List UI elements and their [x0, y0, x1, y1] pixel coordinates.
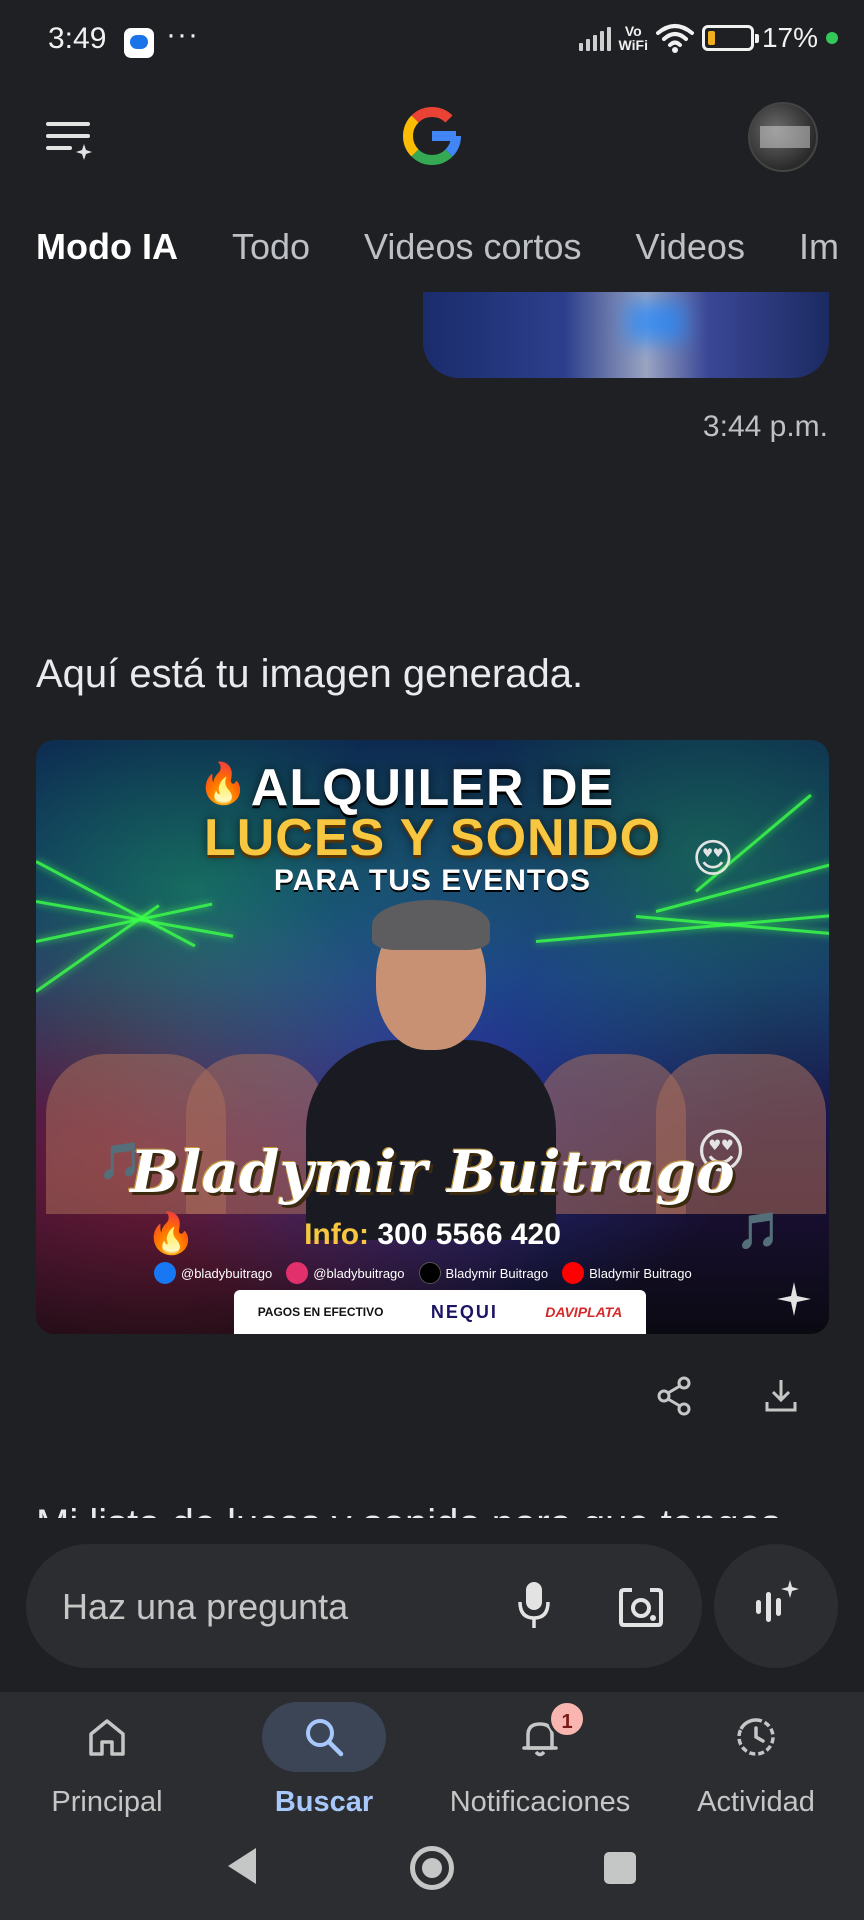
social-youtube: Bladymir Buitrago — [562, 1262, 692, 1284]
system-recents-button[interactable] — [604, 1852, 636, 1884]
heart-eyes-emoji-icon: 😍 — [692, 837, 734, 881]
ai-reply-text-cutoff: Mi lista de luces y sonido para que teng… — [36, 1502, 836, 1518]
nav-buscar[interactable]: Buscar — [224, 1702, 424, 1819]
download-icon[interactable] — [764, 1378, 798, 1414]
nav-label: Notificaciones — [449, 1786, 631, 1818]
share-icon[interactable] — [656, 1376, 692, 1416]
nav-icon-wrap — [262, 1702, 386, 1772]
flyer-info-phone: 300 5566 420 — [377, 1218, 561, 1251]
tab-todo[interactable]: Todo — [232, 226, 310, 268]
mic-icon[interactable] — [516, 1580, 552, 1630]
nav-label: Principal — [51, 1786, 163, 1818]
vowifi-icon: Vo WiFi — [619, 24, 648, 52]
social-handle: @bladybuitrago — [313, 1265, 405, 1281]
nav-icon-wrap: 1 — [478, 1700, 602, 1772]
status-bar: 3:49 ··· Vo WiFi 17% — [0, 0, 864, 86]
payment-nequi: NEQUI — [430, 1301, 498, 1322]
facebook-icon — [154, 1262, 176, 1284]
social-instagram: @bladybuitrago — [286, 1262, 405, 1284]
social-handle: Bladymir Buitrago — [445, 1265, 549, 1281]
user-uploaded-image[interactable] — [423, 292, 829, 378]
profile-avatar[interactable] — [748, 102, 818, 172]
system-back-button[interactable] — [228, 1848, 256, 1884]
system-home-button[interactable] — [410, 1846, 454, 1890]
activity-icon — [737, 1718, 775, 1756]
status-indicators: Vo WiFi 17% — [578, 22, 838, 54]
signal-icon — [578, 25, 611, 51]
search-icon — [306, 1719, 344, 1757]
flyer-info-label: Info: — [304, 1218, 370, 1251]
ask-input[interactable]: Haz una pregunta — [26, 1544, 702, 1668]
status-time: 3:49 — [48, 22, 107, 55]
screen: 3:49 ··· Vo WiFi 17% Modo IA Todo Videos… — [0, 0, 864, 1920]
social-tiktok: Bladymir Buitrago — [418, 1262, 549, 1284]
social-handle: Bladymir Buitrago — [589, 1265, 692, 1281]
app-header — [0, 96, 864, 176]
payment-cash: PAGOS EN EFECTIVO — [257, 1305, 384, 1319]
social-facebook: @bladybuitrago — [154, 1262, 272, 1284]
vowifi-line1: Vo — [624, 23, 642, 39]
fire-emoji-icon: 🔥 — [198, 762, 248, 806]
nav-icon-wrap — [45, 1702, 169, 1772]
wifi-icon — [655, 24, 694, 53]
vowifi-line2: WiFi — [618, 37, 648, 53]
tab-videos-cortos[interactable]: Videos cortos — [364, 226, 581, 268]
social-handle: @bladybuitrago — [181, 1265, 273, 1281]
messages-app-icon — [124, 28, 154, 58]
nav-principal[interactable]: Principal — [7, 1702, 207, 1819]
payment-daviplata: DAVIPLATA — [545, 1304, 623, 1320]
flyer-socials: @bladybuitrago @bladybuitrago Bladymir B… — [154, 1262, 692, 1284]
ai-voice-button[interactable] — [714, 1544, 838, 1668]
flyer-name: Bladymir Buitrago — [130, 1138, 735, 1206]
nav-notificaciones[interactable]: 1 Notificaciones — [440, 1700, 640, 1819]
tab-videos[interactable]: Videos — [636, 226, 745, 268]
battery-fill — [707, 31, 715, 45]
nav-label: Actividad — [697, 1786, 815, 1818]
ai-reply-text: Aquí está tu imagen generada. — [36, 652, 584, 696]
notification-badge: 1 — [548, 1700, 586, 1738]
google-lens-icon[interactable] — [618, 1584, 664, 1628]
tab-imagenes[interactable]: Im — [799, 226, 839, 268]
nav-icon-wrap — [694, 1702, 818, 1772]
nav-actividad[interactable]: Actividad — [656, 1702, 856, 1819]
tab-modo-ia[interactable]: Modo IA — [36, 226, 178, 268]
tiktok-icon — [418, 1262, 441, 1284]
privacy-indicator-icon — [826, 32, 838, 44]
flyer-payments: PAGOS EN EFECTIVO NEQUI DAVIPLATA — [234, 1290, 646, 1334]
message-timestamp: 3:44 p.m. — [702, 410, 828, 443]
google-g-icon — [402, 106, 462, 166]
nav-label: Buscar — [274, 1786, 374, 1818]
flyer-info: Info: 300 5566 420 — [36, 1218, 829, 1252]
ai-sparkle-icon — [777, 1282, 811, 1316]
more-notifications-icon: ··· — [166, 18, 199, 51]
generated-image[interactable]: ALQUILER DE LUCES Y SONIDO PARA TUS EVEN… — [36, 740, 829, 1334]
battery-percent: 17% — [761, 22, 818, 53]
youtube-icon — [562, 1262, 585, 1284]
search-tabs: Modo IA Todo Videos cortos Videos Im — [36, 226, 839, 268]
menu-sparkle-icon[interactable] — [44, 118, 94, 162]
home-icon — [89, 1719, 125, 1756]
ai-voice-icon — [756, 1580, 799, 1622]
instagram-icon — [286, 1262, 309, 1284]
battery-icon — [701, 25, 759, 51]
ask-input-placeholder: Haz una pregunta — [62, 1586, 349, 1627]
